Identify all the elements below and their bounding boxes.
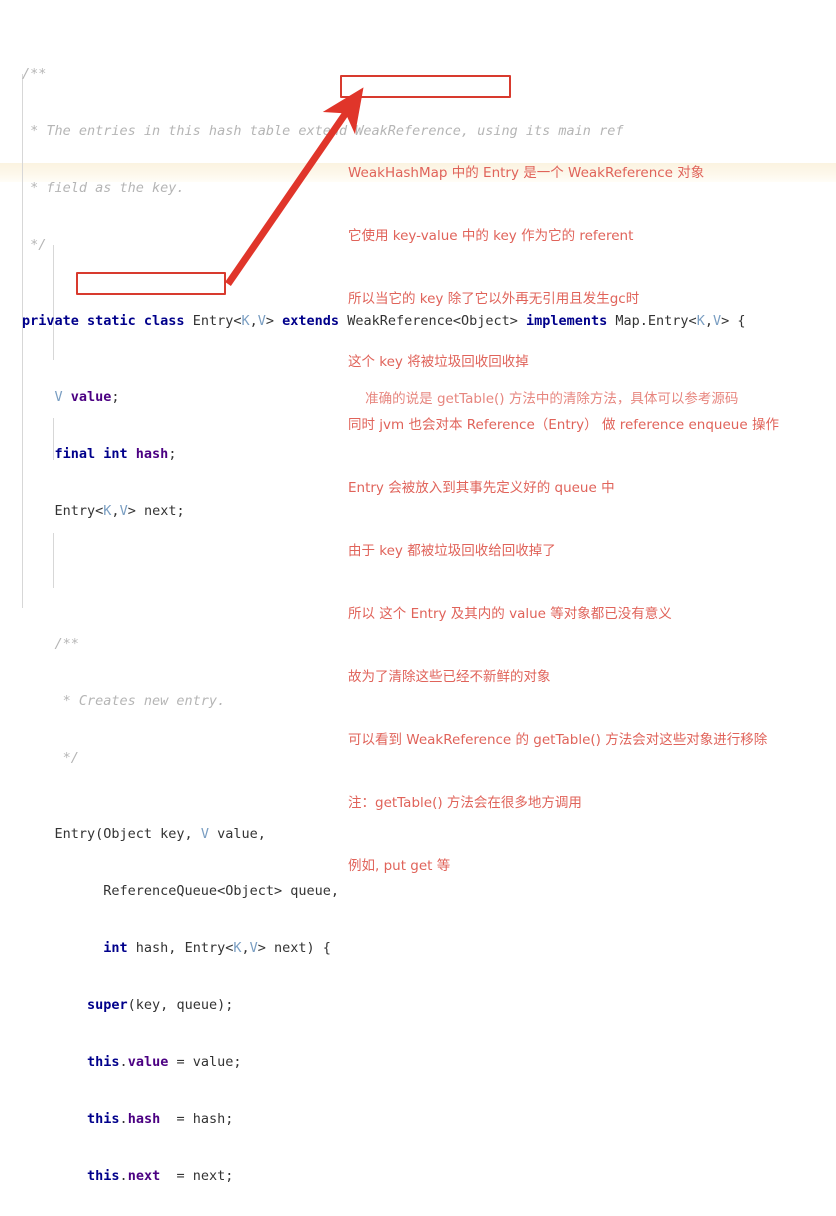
note-line: 由于 key 都被垃圾回收给回收掉了: [348, 543, 556, 559]
annotation-notes-block-1: WeakHashMap 中的 Entry 是一个 WeakReference 对…: [348, 121, 779, 919]
note-line: 所以当它的 key 除了它以外再无引用且发生gc时: [348, 291, 640, 307]
note-line: 准确的说是 getTable() 方法中的清除方法，具体可以参考源码: [365, 391, 739, 407]
note-line: Entry 会被放入到其事先定义好的 queue 中: [348, 480, 615, 496]
annotation-notes-block-2: 准确的说是 getTable() 方法中的清除方法，具体可以参考源码: [348, 368, 738, 431]
code-line-17: this.value = value;: [87, 1054, 242, 1070]
super-call-box: [76, 272, 226, 295]
code-line-15: int hash, Entry<K,V> next) {: [103, 940, 331, 956]
code-line-16-super: super(key, queue);: [87, 997, 234, 1013]
note-line: 故为了清除这些已经不新鲜的对象: [348, 669, 551, 685]
weakreference-object-box: [340, 75, 511, 98]
code-line-18: this.hash = hash;: [87, 1111, 234, 1127]
note-line: 例如, put get 等: [348, 858, 451, 874]
note-line: 所以 这个 Entry 及其内的 value 等对象都已没有意义: [348, 606, 672, 622]
note-line: 它使用 key-value 中的 key 作为它的 referent: [348, 228, 634, 244]
note-line: WeakHashMap 中的 Entry 是一个 WeakReference 对…: [348, 165, 705, 181]
note-line: 注：getTable() 方法会在很多地方调用: [348, 795, 582, 811]
code-line-19: this.next = next;: [87, 1168, 234, 1184]
code-editor[interactable]: /** * The entries in this hash table ext…: [0, 0, 836, 1184]
note-line: 可以看到 WeakReference 的 getTable() 方法会对这些对象…: [348, 732, 768, 748]
